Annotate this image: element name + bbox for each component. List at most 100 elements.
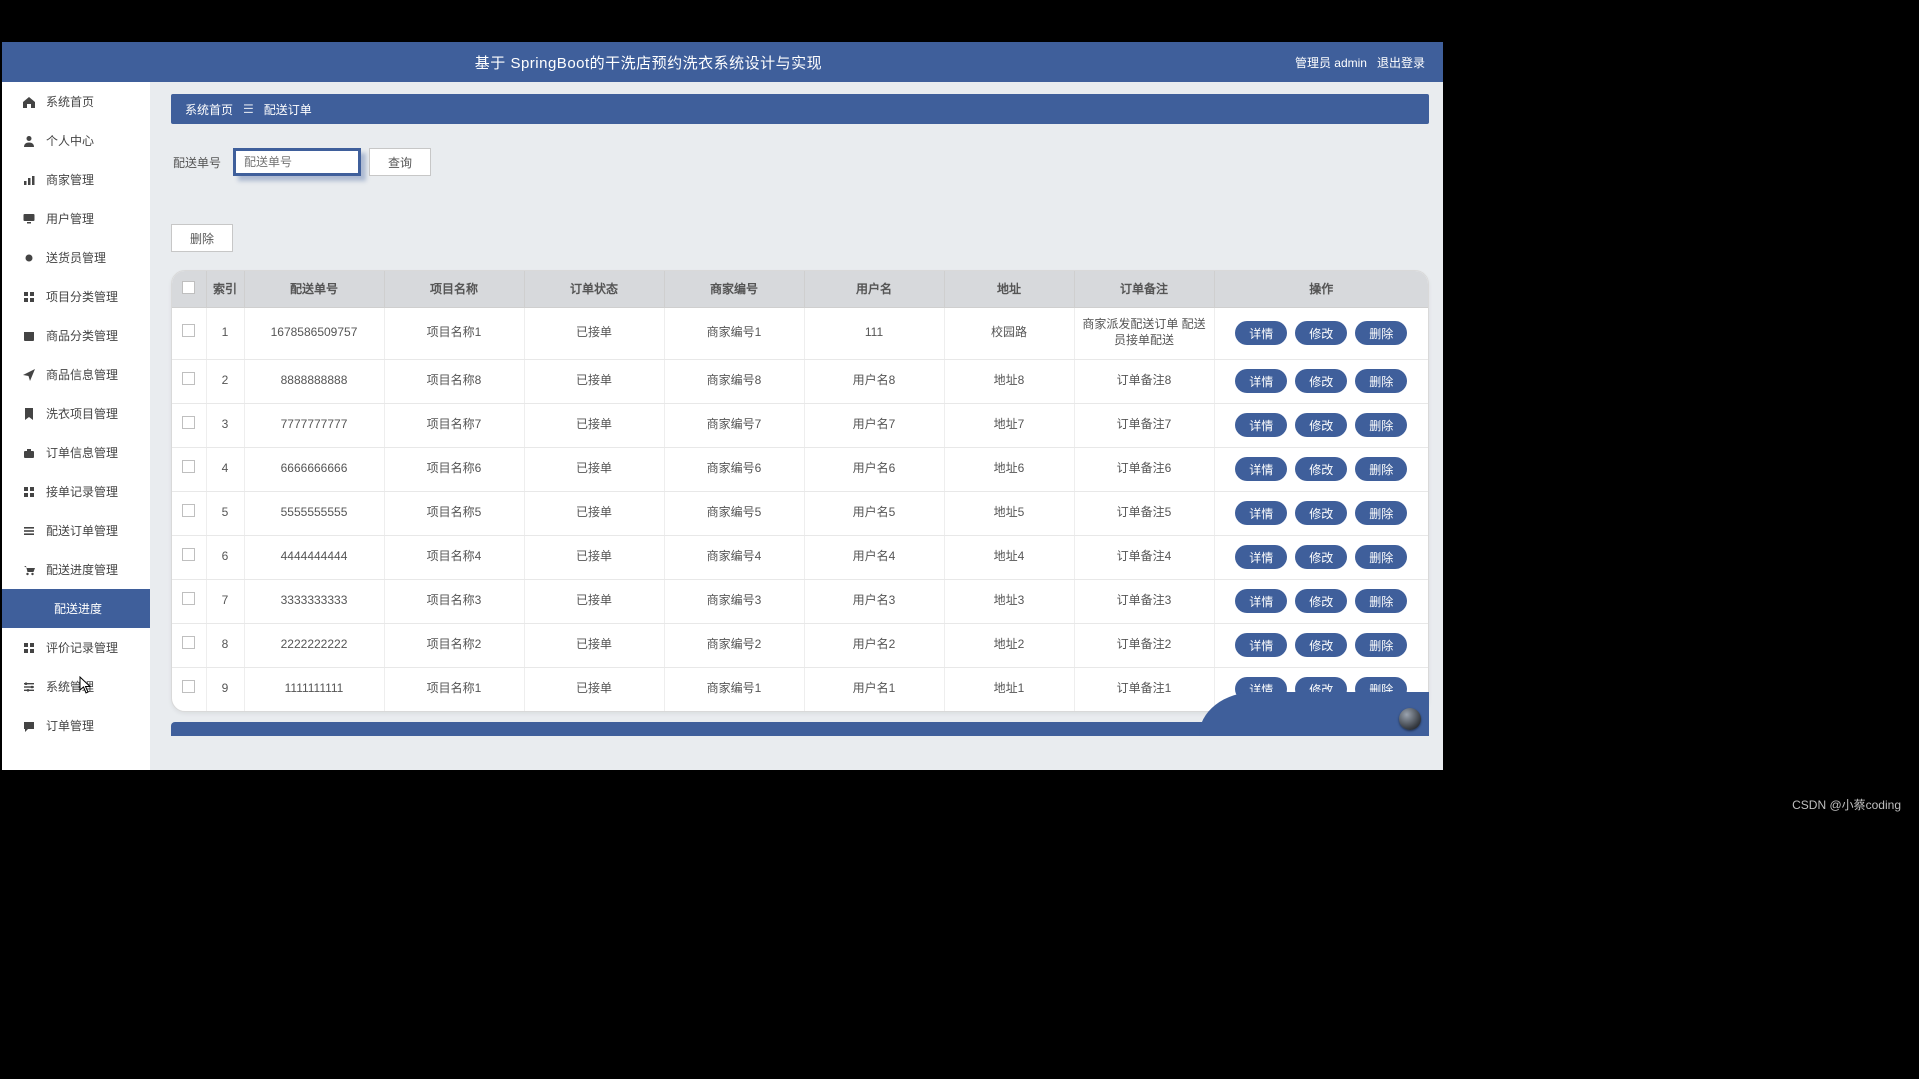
cell-remark: 订单备注8 (1074, 359, 1214, 403)
cell-index: 3 (206, 403, 244, 447)
cell-addr: 地址7 (944, 403, 1074, 447)
delete-button[interactable]: 删除 (1355, 369, 1407, 393)
sidebar-item-9[interactable]: 订单信息管理 (2, 433, 150, 472)
cell-status: 已接单 (524, 359, 664, 403)
col-checkbox (172, 271, 206, 307)
sidebar-item-label: 评价记录管理 (46, 639, 118, 656)
cell-index: 4 (206, 447, 244, 491)
cell-ops: 详情修改删除 (1214, 579, 1428, 623)
cell-user: 用户名1 (804, 667, 944, 711)
app-window: 基于 SpringBoot的干洗店预约洗衣系统设计与实现 管理员 admin 退… (2, 42, 1443, 770)
sidebar-item-11[interactable]: 配送订单管理 (2, 511, 150, 550)
row-checkbox[interactable] (182, 548, 195, 561)
delete-button[interactable]: 删除 (1355, 501, 1407, 525)
cell-status: 已接单 (524, 579, 664, 623)
cell-remark: 订单备注3 (1074, 579, 1214, 623)
sidebar-item-1[interactable]: 个人中心 (2, 121, 150, 160)
sidebar-item-5[interactable]: 项目分类管理 (2, 277, 150, 316)
cell-ops: 详情修改删除 (1214, 307, 1428, 359)
breadcrumb-root[interactable]: 系统首页 (185, 101, 233, 118)
sidebar-item-3[interactable]: 用户管理 (2, 199, 150, 238)
delete-button[interactable]: 删除 (1355, 633, 1407, 657)
edit-button[interactable]: 修改 (1295, 413, 1347, 437)
sidebar-item-10[interactable]: 接单记录管理 (2, 472, 150, 511)
mouse-cursor-icon (79, 676, 93, 694)
sidebar-item-6[interactable]: 商品分类管理 (2, 316, 150, 355)
cell-checkbox (172, 535, 206, 579)
cell-order-no: 6666666666 (244, 447, 384, 491)
cell-status: 已接单 (524, 491, 664, 535)
sidebar-item-12[interactable]: 配送进度管理 (2, 550, 150, 589)
cell-checkbox (172, 491, 206, 535)
row-checkbox[interactable] (182, 460, 195, 473)
cell-project: 项目名称3 (384, 579, 524, 623)
table-row: 73333333333项目名称3已接单商家编号3用户名3地址3订单备注3详情修改… (172, 579, 1428, 623)
detail-button[interactable]: 详情 (1235, 589, 1287, 613)
cell-user: 用户名5 (804, 491, 944, 535)
sidebar-item-13[interactable]: 配送进度 (2, 589, 150, 628)
bookmark-icon (22, 407, 36, 421)
detail-button[interactable]: 详情 (1235, 501, 1287, 525)
row-checkbox[interactable] (182, 416, 195, 429)
edit-button[interactable]: 修改 (1295, 633, 1347, 657)
cell-checkbox (172, 623, 206, 667)
detail-button[interactable]: 详情 (1235, 369, 1287, 393)
row-checkbox[interactable] (182, 372, 195, 385)
chat-icon (22, 719, 36, 733)
sidebar-item-15[interactable]: 系统管理 (2, 667, 150, 706)
sidebar-item-14[interactable]: 评价记录管理 (2, 628, 150, 667)
edit-button[interactable]: 修改 (1295, 369, 1347, 393)
cell-addr: 地址2 (944, 623, 1074, 667)
search-label: 配送单号 (173, 154, 221, 171)
cell-remark: 订单备注6 (1074, 447, 1214, 491)
search-bar: 配送单号 查询 (173, 148, 1429, 176)
cell-ops: 详情修改删除 (1214, 491, 1428, 535)
edit-button[interactable]: 修改 (1295, 457, 1347, 481)
row-checkbox[interactable] (182, 324, 195, 337)
sidebar-item-16[interactable]: 订单管理 (2, 706, 150, 745)
admin-label[interactable]: 管理员 admin (1295, 54, 1367, 71)
cell-status: 已接单 (524, 307, 664, 359)
cell-merchant: 商家编号1 (664, 307, 804, 359)
logout-link[interactable]: 退出登录 (1377, 54, 1425, 71)
cell-order-no: 2222222222 (244, 623, 384, 667)
row-checkbox[interactable] (182, 680, 195, 693)
query-button[interactable]: 查询 (369, 148, 431, 176)
sidebar-item-0[interactable]: 系统首页 (2, 82, 150, 121)
cell-status: 已接单 (524, 403, 664, 447)
sidebar-item-7[interactable]: 商品信息管理 (2, 355, 150, 394)
cell-order-no: 5555555555 (244, 491, 384, 535)
detail-button[interactable]: 详情 (1235, 457, 1287, 481)
delete-button[interactable]: 删除 (1355, 589, 1407, 613)
select-all-checkbox[interactable] (182, 281, 195, 294)
cell-index: 5 (206, 491, 244, 535)
row-checkbox[interactable] (182, 592, 195, 605)
detail-button[interactable]: 详情 (1235, 413, 1287, 437)
delete-button[interactable]: 删除 (1355, 545, 1407, 569)
monitor-icon (22, 212, 36, 226)
row-checkbox[interactable] (182, 504, 195, 517)
sidebar-item-4[interactable]: 送货员管理 (2, 238, 150, 277)
order-no-input[interactable] (233, 148, 361, 176)
cell-index: 9 (206, 667, 244, 711)
table-row: 11678586509757项目名称1已接单商家编号1111校园路商家派发配送订… (172, 307, 1428, 359)
edit-button[interactable]: 修改 (1295, 501, 1347, 525)
delete-button[interactable]: 删除 (1355, 321, 1407, 345)
detail-button[interactable]: 详情 (1235, 633, 1287, 657)
detail-button[interactable]: 详情 (1235, 545, 1287, 569)
sidebar-item-8[interactable]: 洗衣项目管理 (2, 394, 150, 433)
cell-ops: 详情修改删除 (1214, 535, 1428, 579)
cell-remark: 订单备注4 (1074, 535, 1214, 579)
edit-button[interactable]: 修改 (1295, 321, 1347, 345)
col-order-no: 配送单号 (244, 271, 384, 307)
edit-button[interactable]: 修改 (1295, 545, 1347, 569)
cell-user: 用户名2 (804, 623, 944, 667)
edit-button[interactable]: 修改 (1295, 589, 1347, 613)
delete-button[interactable]: 删除 (1355, 457, 1407, 481)
sidebar-item-2[interactable]: 商家管理 (2, 160, 150, 199)
detail-button[interactable]: 详情 (1235, 321, 1287, 345)
row-checkbox[interactable] (182, 636, 195, 649)
batch-delete-button[interactable]: 删除 (171, 224, 233, 252)
col-merchant: 商家编号 (664, 271, 804, 307)
delete-button[interactable]: 删除 (1355, 413, 1407, 437)
